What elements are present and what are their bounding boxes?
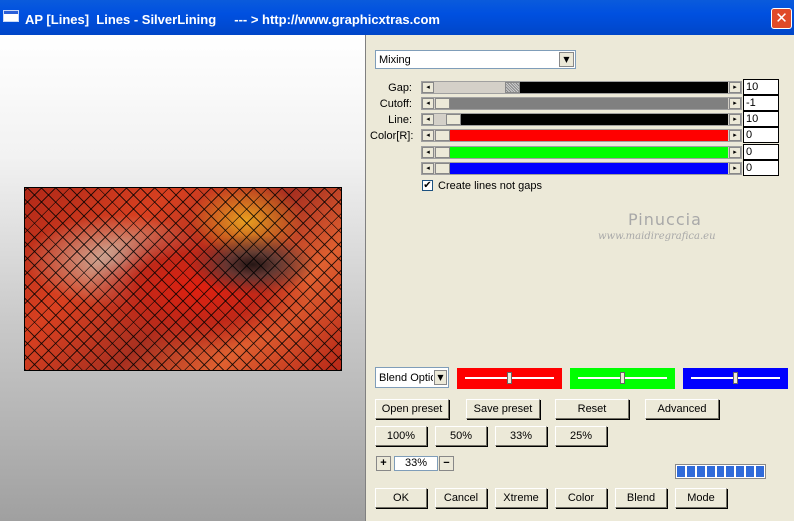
zoom-50-button[interactable]: 50% <box>435 426 487 446</box>
color-button[interactable]: Color <box>555 488 607 508</box>
blue-slider-knob[interactable] <box>733 372 738 384</box>
progress-segment <box>716 466 725 477</box>
line-slider-track[interactable] <box>435 114 728 125</box>
mode-button[interactable]: Mode <box>675 488 727 508</box>
gap-slider-track[interactable] <box>435 82 728 93</box>
cutoff-label: Cutoff: <box>379 98 412 110</box>
blend-options-select[interactable]: Blend Options ▼ <box>375 367 449 388</box>
gap-label: Gap: <box>388 82 412 94</box>
zoom-25-button[interactable]: 25% <box>555 426 607 446</box>
progress-bar <box>675 464 766 479</box>
color-r-slider[interactable]: ◂ ▸ <box>421 129 742 142</box>
progress-segment <box>706 466 715 477</box>
open-preset-button[interactable]: Open preset <box>375 399 449 419</box>
gap-slider[interactable]: ◂ ▸ <box>421 81 742 94</box>
preview-panel <box>0 35 366 521</box>
zoom-100-button[interactable]: 100% <box>375 426 427 446</box>
color-b-value-field[interactable]: 0 <box>743 160 779 176</box>
gap-value-field[interactable]: 10 <box>743 79 779 95</box>
create-lines-checkbox[interactable]: ✔ <box>422 180 433 191</box>
gap-slider-thumb[interactable] <box>505 82 520 93</box>
zoom-in-button[interactable]: + <box>376 456 391 471</box>
zoom-level-field[interactable]: 33% <box>394 456 438 471</box>
mode-dropdown-value: Mixing <box>379 54 411 66</box>
progress-segment <box>746 466 755 477</box>
progress-segment <box>756 466 765 477</box>
arrow-left-icon[interactable]: ◂ <box>422 82 434 93</box>
green-slider-knob[interactable] <box>620 372 625 384</box>
cutoff-slider-thumb[interactable] <box>435 98 450 109</box>
progress-segment <box>726 466 735 477</box>
blend-button[interactable]: Blend <box>615 488 667 508</box>
mode-dropdown[interactable]: Mixing ▼ <box>375 50 576 69</box>
blue-color-slider[interactable] <box>683 368 788 389</box>
window-title: AP [Lines] Lines - SilverLining --- > ht… <box>25 12 440 27</box>
color-b-slider-thumb[interactable] <box>435 163 450 174</box>
arrow-right-icon[interactable]: ▸ <box>729 114 741 125</box>
arrow-left-icon[interactable]: ◂ <box>422 98 434 109</box>
cancel-button[interactable]: Cancel <box>435 488 487 508</box>
cutoff-value-field[interactable]: -1 <box>743 95 779 111</box>
color-g-slider-thumb[interactable] <box>435 147 450 158</box>
green-color-slider[interactable] <box>570 368 675 389</box>
advanced-button[interactable]: Advanced <box>645 399 719 419</box>
arrow-left-icon[interactable]: ◂ <box>422 163 434 174</box>
color-b-slider-track[interactable] <box>435 163 728 174</box>
line-mesh-overlay <box>25 188 341 370</box>
chevron-down-icon[interactable]: ▼ <box>559 52 574 67</box>
color-r-value-field[interactable]: 0 <box>743 127 779 143</box>
progress-segment <box>686 466 695 477</box>
arrow-left-icon[interactable]: ◂ <box>422 147 434 158</box>
color-g-value-field[interactable]: 0 <box>743 144 779 160</box>
line-value-field[interactable]: 10 <box>743 111 779 127</box>
progress-segment <box>696 466 705 477</box>
cutoff-slider-track[interactable] <box>435 98 728 109</box>
watermark-url: www.maidiregrafica.eu <box>598 231 716 242</box>
arrow-left-icon[interactable]: ◂ <box>422 114 434 125</box>
zoom-33-button[interactable]: 33% <box>495 426 547 446</box>
arrow-right-icon[interactable]: ▸ <box>729 98 741 109</box>
watermark-name: Pinuccia <box>628 210 702 229</box>
close-button[interactable]: ✕ <box>771 8 792 29</box>
chevron-down-icon[interactable]: ▼ <box>434 370 447 385</box>
color-r-slider-thumb[interactable] <box>435 130 450 141</box>
color-g-slider[interactable]: ◂ ▸ <box>421 146 742 159</box>
create-lines-label: Create lines not gaps <box>438 180 542 192</box>
save-preset-button[interactable]: Save preset <box>466 399 540 419</box>
zoom-out-button[interactable]: − <box>439 456 454 471</box>
cutoff-slider[interactable]: ◂ ▸ <box>421 97 742 110</box>
color-r-slider-track[interactable] <box>435 130 728 141</box>
ok-button[interactable]: OK <box>375 488 427 508</box>
color-b-slider[interactable]: ◂ ▸ <box>421 162 742 175</box>
xtreme-button[interactable]: Xtreme <box>495 488 547 508</box>
window-icon <box>3 10 19 22</box>
progress-segment <box>677 466 685 477</box>
arrow-right-icon[interactable]: ▸ <box>729 147 741 158</box>
blend-options-value: Blend Options <box>379 372 433 384</box>
preview-image <box>24 187 342 371</box>
color-g-slider-track[interactable] <box>435 147 728 158</box>
line-slider-thumb[interactable] <box>446 114 461 125</box>
progress-segment <box>736 466 745 477</box>
red-slider-knob[interactable] <box>507 372 512 384</box>
arrow-right-icon[interactable]: ▸ <box>729 82 741 93</box>
arrow-right-icon[interactable]: ▸ <box>729 163 741 174</box>
title-bar: AP [Lines] Lines - SilverLining --- > ht… <box>0 0 794 35</box>
arrow-right-icon[interactable]: ▸ <box>729 130 741 141</box>
red-color-slider[interactable] <box>457 368 562 389</box>
color-r-label: Color[R]: <box>370 130 414 142</box>
line-slider[interactable]: ◂ ▸ <box>421 113 742 126</box>
reset-button[interactable]: Reset <box>555 399 629 419</box>
arrow-left-icon[interactable]: ◂ <box>422 130 434 141</box>
line-label: Line: <box>388 114 412 126</box>
